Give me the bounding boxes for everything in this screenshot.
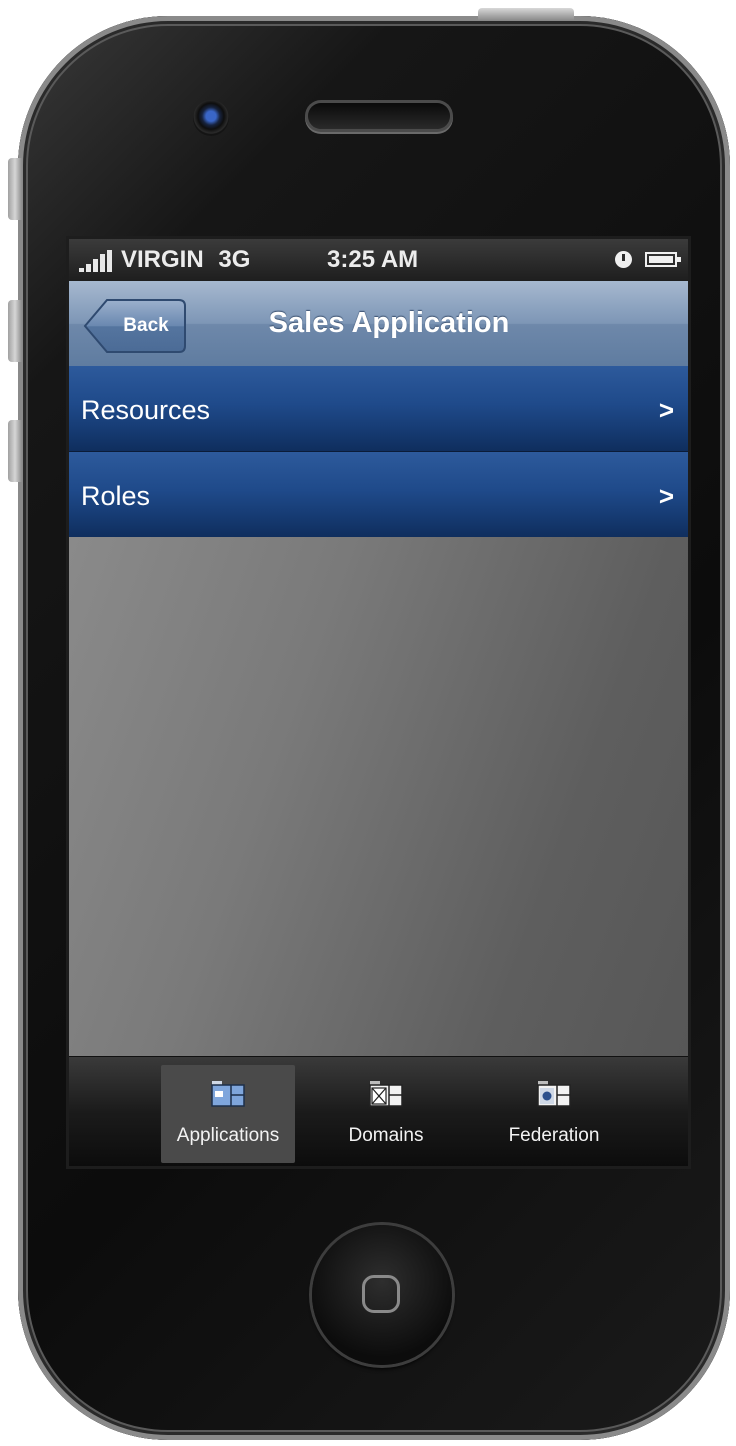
front-camera [193,100,229,136]
chevron-right-icon: > [658,481,674,511]
domains-icon [369,1081,403,1107]
empty-content-area [69,537,688,1056]
tab-domains[interactable]: Domains [319,1065,453,1163]
phone-screen: VIRGIN 3G 3:25 AM Back Sales Application… [66,236,691,1169]
home-button[interactable] [312,1225,452,1365]
power-button [478,8,574,20]
tab-federation[interactable]: Federation [487,1065,621,1163]
tab-label: Domains [348,1125,424,1146]
back-button-label: Back [123,315,169,336]
back-button[interactable]: Back [83,298,187,354]
tab-label: Applications [176,1125,280,1146]
federation-icon [537,1081,571,1107]
applications-icon [211,1081,245,1107]
chevron-right-icon: > [658,395,674,425]
navigation-bar: Back Sales Application [69,281,688,367]
tab-bar: Applications Domains Federation [69,1056,688,1166]
home-square-icon [362,1275,400,1313]
clock-time: 3:25 AM [327,246,419,273]
list-item-resources[interactable]: Resources > [69,366,688,452]
tab-label: Federation [508,1125,600,1146]
signal-strength-icon [79,250,119,272]
list-item-roles[interactable]: Roles > [69,452,688,538]
mute-switch [8,158,22,220]
menu-list: Resources > Roles > [69,366,688,538]
list-item-label: Resources [81,395,211,425]
battery-icon [645,252,681,267]
volume-up-button [8,300,22,362]
network-type: 3G [218,246,251,273]
page-title: Sales Application [268,307,510,339]
alarm-clock-icon [615,251,632,268]
status-bar: VIRGIN 3G 3:25 AM [69,239,688,281]
carrier-name: VIRGIN [121,246,204,273]
volume-down-button [8,420,22,482]
tab-applications[interactable]: Applications [161,1065,295,1163]
carrier-info: VIRGIN 3G [121,239,250,281]
earpiece-speaker [308,103,450,129]
list-item-label: Roles [81,481,151,511]
